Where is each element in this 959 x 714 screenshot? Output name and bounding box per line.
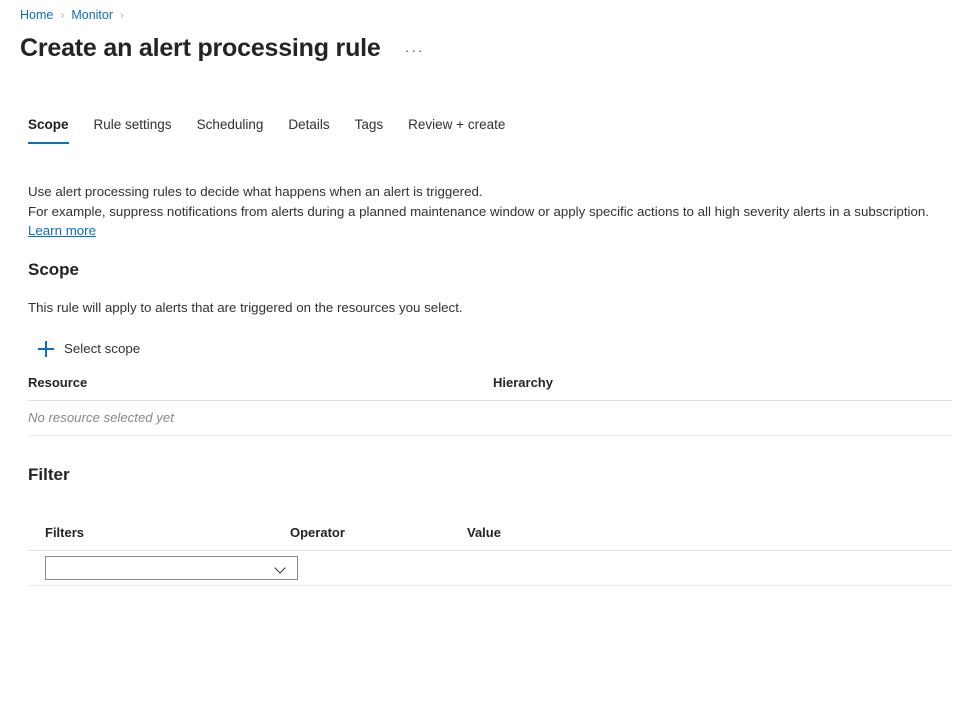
filter-table-header: Filters Operator Value [28,524,952,551]
learn-more-link[interactable]: Learn more [28,223,96,238]
resource-table-header: Resource Hierarchy [28,374,952,401]
intro-line-2: For example, suppress notifications from… [28,204,929,219]
select-scope-label: Select scope [64,340,140,358]
chevron-down-icon [275,562,287,574]
page-title: Create an alert processing rule [20,32,381,64]
tab-review-create[interactable]: Review + create [408,116,519,144]
tab-details[interactable]: Details [288,116,343,144]
tab-bar: Scope Rule settings Scheduling Details T… [28,116,530,144]
plus-icon [38,341,54,357]
select-scope-button[interactable]: Select scope [34,337,144,361]
intro-text: Use alert processing rules to decide wha… [28,182,933,241]
page-header: Create an alert processing rule ··· [20,32,426,64]
breadcrumb-separator-icon: › [60,7,64,23]
tab-tags[interactable]: Tags [355,116,398,144]
column-header-filters: Filters [45,524,290,542]
intro-line-1: Use alert processing rules to decide wha… [28,184,483,199]
more-options-icon[interactable]: ··· [403,43,427,59]
no-resource-message: No resource selected yet [28,401,174,435]
filter-cell [45,552,290,585]
scope-section-heading: Scope [28,259,79,281]
column-header-value: Value [467,524,667,542]
column-header-resource: Resource [28,374,493,392]
scope-description: This rule will apply to alerts that are … [28,299,463,317]
tab-rule-settings[interactable]: Rule settings [94,116,186,144]
filter-section-heading: Filter [28,464,70,486]
filter-table: Filters Operator Value [28,524,952,586]
filter-table-row [28,551,952,586]
breadcrumb-link-home[interactable]: Home [20,7,53,23]
breadcrumb: Home › Monitor › [20,7,131,23]
tab-scope[interactable]: Scope [28,116,83,144]
filter-type-dropdown[interactable] [45,556,298,580]
resource-table-empty-row: No resource selected yet [28,401,952,436]
column-header-operator: Operator [290,524,467,542]
breadcrumb-link-monitor[interactable]: Monitor [71,7,113,23]
column-header-hierarchy: Hierarchy [493,374,793,392]
tab-scheduling[interactable]: Scheduling [197,116,278,144]
resource-table: Resource Hierarchy No resource selected … [28,374,952,436]
breadcrumb-separator-icon: › [120,7,124,23]
